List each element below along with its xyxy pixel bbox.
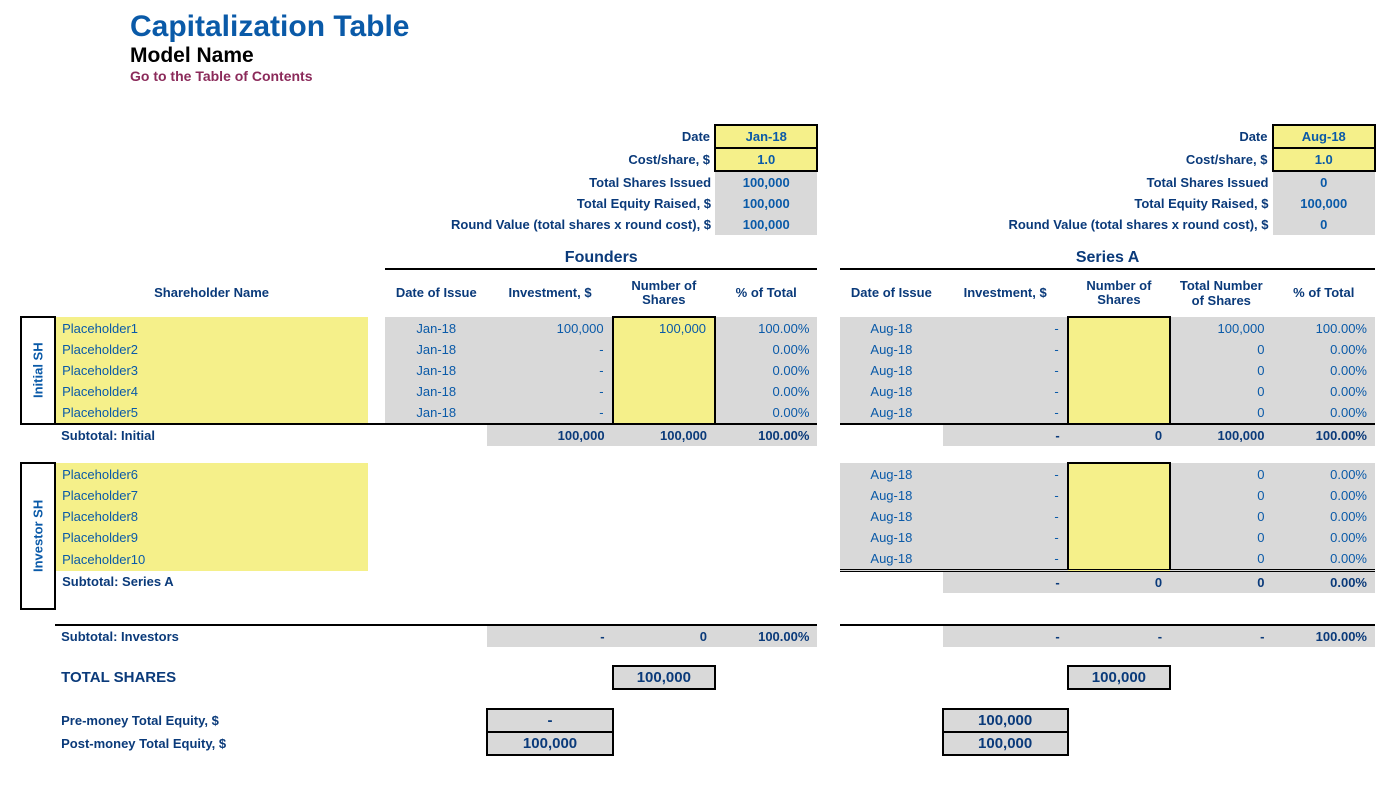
- pre-money-row: Pre-money Total Equity, $ - 100,000: [21, 709, 1375, 732]
- post-money-row: Post-money Total Equity, $ 100,000 100,0…: [21, 732, 1375, 755]
- total-shares-row: TOTAL SHARES 100,000 100,000: [21, 666, 1375, 689]
- model-name: Model Name: [20, 44, 1376, 68]
- col-doi-f: Date of Issue: [385, 269, 487, 317]
- label-cost-f: Cost/share, $: [385, 148, 715, 171]
- seriesa-date[interactable]: Aug-18: [1273, 125, 1376, 148]
- seriesa-post-money: 100,000: [943, 732, 1068, 755]
- seriesa-section: Series A: [840, 247, 1375, 269]
- col-nos-f: Number of Shares: [613, 269, 715, 317]
- initial-sh-label: Initial SH: [21, 317, 55, 424]
- table-row: Placeholder8 Aug-18 - 0 0.00%: [21, 506, 1375, 527]
- founders-cost[interactable]: 1.0: [715, 148, 817, 171]
- shareholder-name[interactable]: Placeholder6: [55, 463, 368, 485]
- seriesa-cost[interactable]: 1.0: [1273, 148, 1376, 171]
- label-ter-f: Total Equity Raised, $: [385, 193, 715, 214]
- subtotal-seriesa-row: Subtotal: Series A - 0 0 0.00%: [21, 571, 1375, 594]
- founders-tsi: 100,000: [715, 171, 817, 193]
- seriesa-ter: 100,000: [1273, 193, 1376, 214]
- label-date-f: Date: [385, 125, 715, 148]
- founders-date[interactable]: Jan-18: [715, 125, 817, 148]
- page-title: Capitalization Table: [20, 10, 1376, 44]
- subtotal-investors-row: Subtotal: Investors - 0 100.00% - - - 10…: [21, 625, 1375, 647]
- label-rv-f: Round Value (total shares x round cost),…: [385, 214, 715, 235]
- shareholder-name[interactable]: Placeholder10: [55, 548, 368, 571]
- shareholder-name[interactable]: Placeholder8: [55, 506, 368, 527]
- col-doi-a: Date of Issue: [840, 269, 942, 317]
- table-row: Placeholder9 Aug-18 - 0 0.00%: [21, 527, 1375, 548]
- table-row: Investor SH Placeholder6 Aug-18 - 0 0.00…: [21, 463, 1375, 485]
- label-date-a: Date: [840, 125, 1272, 148]
- shareholder-name[interactable]: Placeholder3: [55, 360, 368, 381]
- toc-link[interactable]: Go to the Table of Contents: [20, 68, 1376, 84]
- founders-rv: 100,000: [715, 214, 817, 235]
- seriesa-total-shares: 100,000: [1068, 666, 1170, 689]
- col-pct-f: % of Total: [715, 269, 817, 317]
- col-inv-a: Investment, $: [943, 269, 1068, 317]
- shareholder-name[interactable]: Placeholder9: [55, 527, 368, 548]
- table-row: Initial SH Placeholder1 Jan-18 100,000 1…: [21, 317, 1375, 339]
- seriesa-rv: 0: [1273, 214, 1376, 235]
- seriesa-pre-money: 100,000: [943, 709, 1068, 732]
- col-tnos-a: Total Number of Shares: [1170, 269, 1272, 317]
- investor-sh-label: Investor SH: [21, 463, 55, 609]
- col-inv-f: Investment, $: [487, 269, 612, 317]
- shareholder-name[interactable]: Placeholder7: [55, 485, 368, 506]
- table-row: Placeholder7 Aug-18 - 0 0.00%: [21, 485, 1375, 506]
- shareholder-name[interactable]: Placeholder5: [55, 402, 368, 424]
- table-row: Placeholder5 Jan-18 - 0.00% Aug-18 - 0 0…: [21, 402, 1375, 424]
- table-row: Placeholder3 Jan-18 - 0.00% Aug-18 - 0 0…: [21, 360, 1375, 381]
- label-tsi-f: Total Shares Issued: [385, 171, 715, 193]
- table-row: Placeholder4 Jan-18 - 0.00% Aug-18 - 0 0…: [21, 381, 1375, 402]
- col-shareholder: Shareholder Name: [55, 269, 368, 317]
- founders-total-shares: 100,000: [613, 666, 715, 689]
- cap-table: Date Jan-18 Date Aug-18 Cost/share, $ 1.…: [20, 124, 1376, 756]
- seriesa-tsi: 0: [1273, 171, 1376, 193]
- founders-pre-money: -: [487, 709, 612, 732]
- label-cost-a: Cost/share, $: [840, 148, 1272, 171]
- shareholder-name[interactable]: Placeholder1: [55, 317, 368, 339]
- subtotal-initial-row: Subtotal: Initial 100,000 100,000 100.00…: [21, 424, 1375, 446]
- table-row: Placeholder2 Jan-18 - 0.00% Aug-18 - 0 0…: [21, 339, 1375, 360]
- col-pct-a: % of Total: [1273, 269, 1376, 317]
- label-ter-a: Total Equity Raised, $: [840, 193, 1272, 214]
- shareholder-name[interactable]: Placeholder2: [55, 339, 368, 360]
- label-rv-a: Round Value (total shares x round cost),…: [840, 214, 1272, 235]
- founders-section: Founders: [385, 247, 817, 269]
- founders-ter: 100,000: [715, 193, 817, 214]
- founders-post-money: 100,000: [487, 732, 612, 755]
- shareholder-name[interactable]: Placeholder4: [55, 381, 368, 402]
- table-row: Placeholder10 Aug-18 - 0 0.00%: [21, 548, 1375, 571]
- col-nos-a: Number of Shares: [1068, 269, 1170, 317]
- label-tsi-a: Total Shares Issued: [840, 171, 1272, 193]
